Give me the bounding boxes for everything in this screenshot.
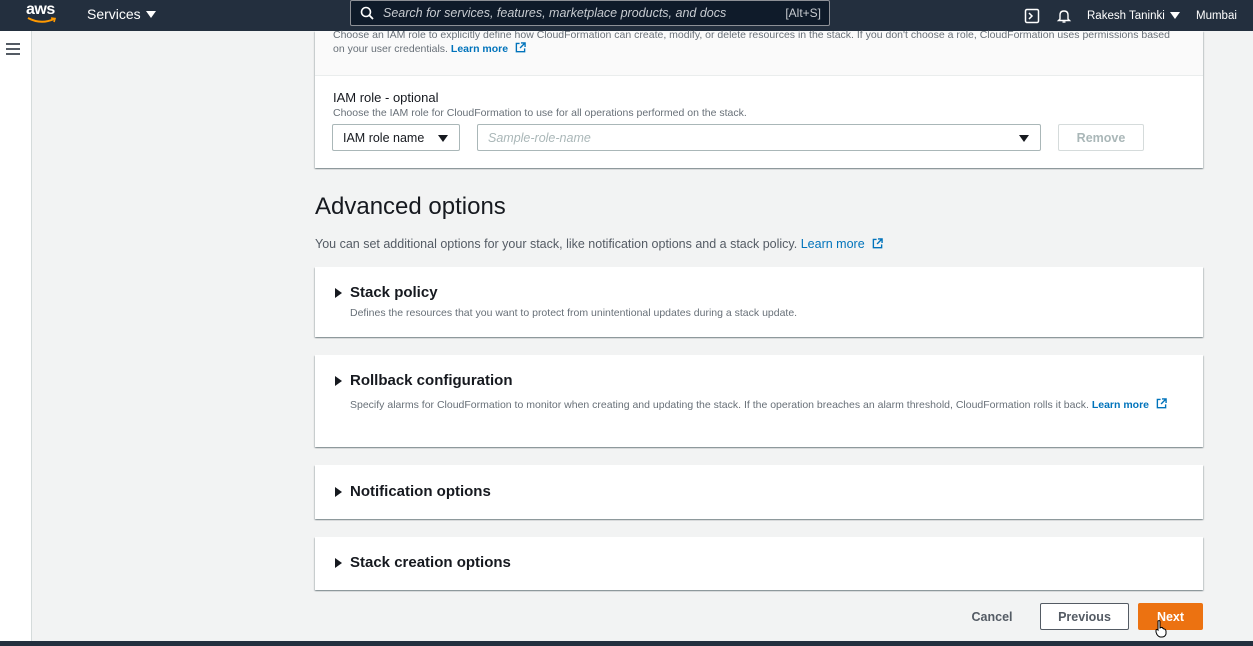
external-link-icon <box>515 42 526 53</box>
search-box[interactable]: Search for services, features, marketpla… <box>350 0 830 26</box>
search-shortcut-hint: [Alt+S] <box>785 6 821 20</box>
rollback-configuration-section[interactable]: Rollback configuration Specify alarms fo… <box>315 355 1203 447</box>
chevron-down-icon <box>145 10 156 18</box>
iam-role-type-select[interactable]: IAM role name <box>332 124 460 151</box>
divider <box>315 75 1203 76</box>
iam-role-type-value: IAM role name <box>343 130 425 145</box>
search-input[interactable]: Search for services, features, marketpla… <box>383 6 785 20</box>
menu-icon[interactable] <box>6 43 20 55</box>
advanced-options-description: You can set additional options for your … <box>315 237 883 251</box>
services-menu[interactable]: Services <box>87 6 156 22</box>
permissions-learn-more-link[interactable]: Learn more <box>451 43 508 55</box>
aws-logo[interactable]: aws <box>26 2 60 28</box>
caret-right-icon[interactable] <box>335 558 342 568</box>
advanced-learn-more-link[interactable]: Learn more <box>801 237 865 251</box>
chevron-down-icon <box>1019 135 1029 142</box>
section-description: Specify alarms for CloudFormation to mon… <box>350 398 1170 413</box>
cancel-button[interactable]: Cancel <box>960 603 1024 630</box>
iam-role-description: Choose the IAM role for CloudFormation t… <box>333 107 747 119</box>
next-button[interactable]: Next <box>1138 603 1203 630</box>
cloudshell-icon <box>1024 8 1040 23</box>
account-menu[interactable]: Rakesh Taninki <box>1087 0 1180 31</box>
iam-role-name-input[interactable]: Sample-role-name <box>477 124 1041 151</box>
bottom-bar <box>0 641 1253 646</box>
bell-icon <box>1056 9 1072 23</box>
caret-right-icon[interactable] <box>335 288 342 298</box>
external-link-icon <box>872 238 883 249</box>
caret-right-icon[interactable] <box>335 487 342 497</box>
hand-cursor-icon <box>1155 620 1167 638</box>
chevron-down-icon <box>438 135 448 142</box>
region-selector[interactable]: Mumbai <box>1196 0 1237 31</box>
iam-role-name-placeholder: Sample-role-name <box>488 130 591 145</box>
notification-options-section[interactable]: Notification options <box>315 465 1203 519</box>
caret-right-icon[interactable] <box>335 376 342 386</box>
stack-policy-section[interactable]: Stack policy Defines the resources that … <box>315 267 1203 337</box>
section-title[interactable]: Stack creation options <box>350 554 511 571</box>
rollback-learn-more-link[interactable]: Learn more <box>1092 399 1149 411</box>
section-title[interactable]: Notification options <box>350 483 491 500</box>
external-link-icon <box>1156 398 1167 409</box>
iam-role-label: IAM role - optional <box>333 90 439 105</box>
aws-logo-text: aws <box>26 1 55 18</box>
user-name: Rakesh Taninki <box>1087 9 1165 22</box>
cloudshell-button[interactable] <box>1024 0 1040 31</box>
services-label: Services <box>87 6 141 22</box>
search-icon <box>360 6 374 20</box>
advanced-options-title: Advanced options <box>315 193 506 220</box>
chevron-down-icon <box>1169 12 1180 19</box>
section-title[interactable]: Stack policy <box>350 284 438 301</box>
section-description: Defines the resources that you want to p… <box>350 307 798 319</box>
previous-button[interactable]: Previous <box>1040 603 1129 630</box>
notifications-button[interactable] <box>1056 0 1072 31</box>
side-navigation-rail <box>0 31 32 641</box>
remove-button[interactable]: Remove <box>1058 124 1144 151</box>
top-navigation-bar: aws Services Search for services, featur… <box>0 0 1253 31</box>
region-name: Mumbai <box>1196 9 1237 22</box>
aws-smile-icon <box>27 17 57 23</box>
permissions-panel: Choose an IAM role to explicitly define … <box>315 29 1203 168</box>
section-title[interactable]: Rollback configuration <box>350 372 513 389</box>
stack-creation-options-section[interactable]: Stack creation options <box>315 537 1203 590</box>
permissions-description: Choose an IAM role to explicitly define … <box>333 29 1170 55</box>
